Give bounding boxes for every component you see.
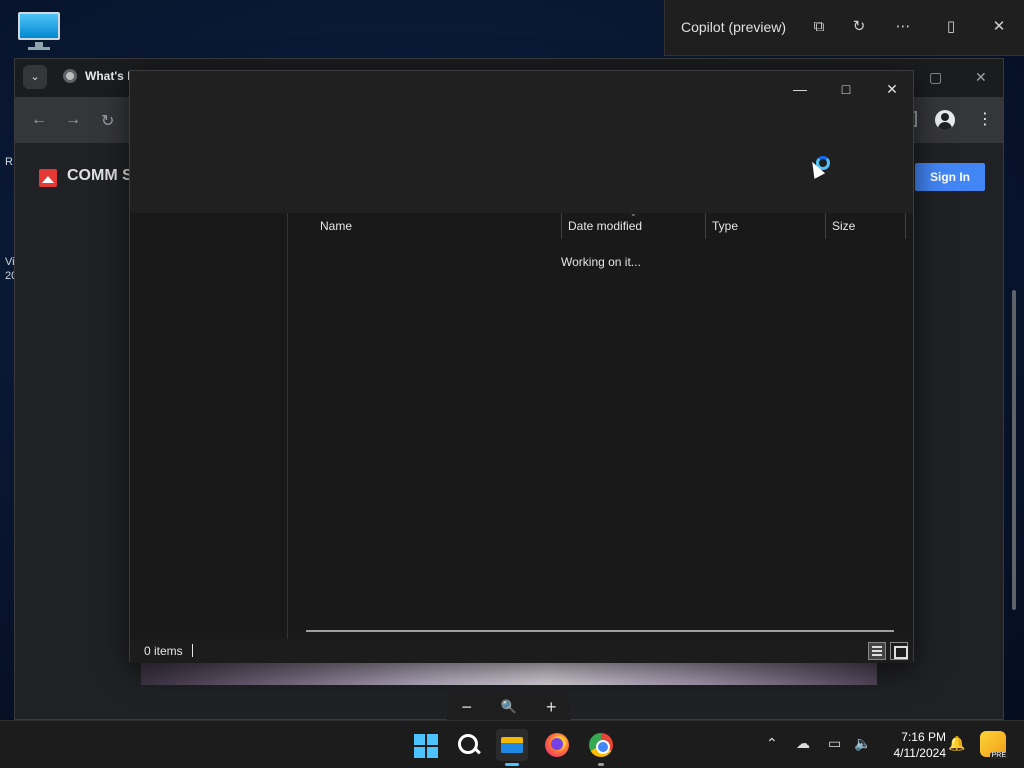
browser-close-button[interactable]: ✕ [975,69,987,86]
refresh-icon[interactable]: ↻ [846,14,872,40]
file-list[interactable]: Name ⌄ Date modified Type Size Working o… [289,209,913,639]
close-button[interactable]: ✕ [870,75,914,103]
clock-time: 7:16 PM [901,730,946,744]
column-headers: Name ⌄ Date modified Type Size [289,209,913,239]
copilot-panel-header: Copilot (preview) ⧉ ↻ ⋯ ▯ ✕ [664,0,1024,56]
status-divider [192,644,193,657]
reload-button[interactable]: ↻ [101,111,114,131]
browser-tab-title: What's I [85,69,131,83]
sign-in-button[interactable]: Sign In [915,163,985,191]
browser-restore-button[interactable]: ▢ [929,69,942,86]
loading-text: Working on it... [561,255,641,269]
minimize-button[interactable]: — [778,75,822,103]
column-date-modified[interactable]: Date modified [568,219,642,233]
column-name[interactable]: Name [320,219,352,233]
copilot-title: Copilot (preview) [681,19,787,35]
profile-avatar-icon[interactable] [935,110,955,130]
chrome-favicon-icon [63,69,77,83]
browser-scrollbar[interactable] [1012,290,1016,610]
forward-button[interactable]: → [65,111,81,129]
start-button[interactable] [409,729,441,761]
desktop-label-fragment: R [5,156,13,168]
zoom-out-button[interactable]: − [461,697,472,718]
system-clock[interactable]: 7:16 PM 4/11/2024 [880,729,947,761]
onedrive-cloud-icon[interactable]: ☁ [796,735,810,752]
display-icon[interactable]: ▭ [828,735,841,752]
more-options-icon[interactable]: ⋯ [890,14,916,40]
tab-search-dropdown[interactable]: ⌄ [23,65,47,89]
zoom-reset-icon[interactable]: 🔍 [501,699,517,715]
page-hero-image [141,663,877,685]
back-button[interactable]: ← [31,111,47,129]
dialog-header: — □ ✕ [130,71,913,213]
image-zoom-controls: − 🔍 + [447,693,571,721]
file-explorer-icon[interactable] [496,729,528,761]
running-app-indicator [598,763,604,766]
browser-tab[interactable]: What's I [63,69,131,83]
open-in-new-icon[interactable]: ⧉ [806,14,832,40]
active-app-indicator [505,763,519,766]
firefox-icon[interactable] [541,729,573,761]
copilot-close-icon[interactable]: ✕ [986,14,1012,40]
tray-overflow-chevron-icon[interactable]: ⌃ [766,735,778,752]
notifications-bell-icon[interactable]: 🔔 [948,735,965,752]
large-icons-view-icon[interactable] [890,642,908,660]
column-type[interactable]: Type [712,219,738,233]
maximize-button[interactable]: □ [824,75,868,103]
clock-date: 4/11/2024 [893,746,947,760]
sort-indicator-icon: ⌄ [630,209,637,218]
status-bar: 0 items [130,639,913,663]
zoom-in-button[interactable]: + [546,697,557,718]
horizontal-scrollbar[interactable] [306,630,894,632]
copilot-taskbar-icon[interactable]: PRE [980,731,1008,759]
file-dialog: — □ ✕ Name ⌄ Date modified Type Size Wor… [129,70,914,663]
dock-sidebar-icon[interactable]: ▯ [938,14,964,40]
site-name[interactable]: COMM S [67,167,133,185]
column-size[interactable]: Size [832,219,855,233]
details-view-icon[interactable] [868,642,886,660]
taskbar: ⌃ ☁ ▭ 🔈 7:16 PM 4/11/2024 🔔 PRE [0,720,1024,768]
site-logo-icon[interactable] [39,169,57,187]
chrome-icon[interactable] [585,729,617,761]
search-icon[interactable] [452,729,484,761]
browser-menu-button[interactable]: ⋮ [977,109,993,129]
navigation-pane[interactable] [130,213,288,639]
volume-icon[interactable]: 🔈 [854,735,871,752]
item-count: 0 items [144,644,183,658]
preview-badge: PRE [989,752,1008,759]
this-pc-desktop-icon[interactable] [16,10,62,50]
